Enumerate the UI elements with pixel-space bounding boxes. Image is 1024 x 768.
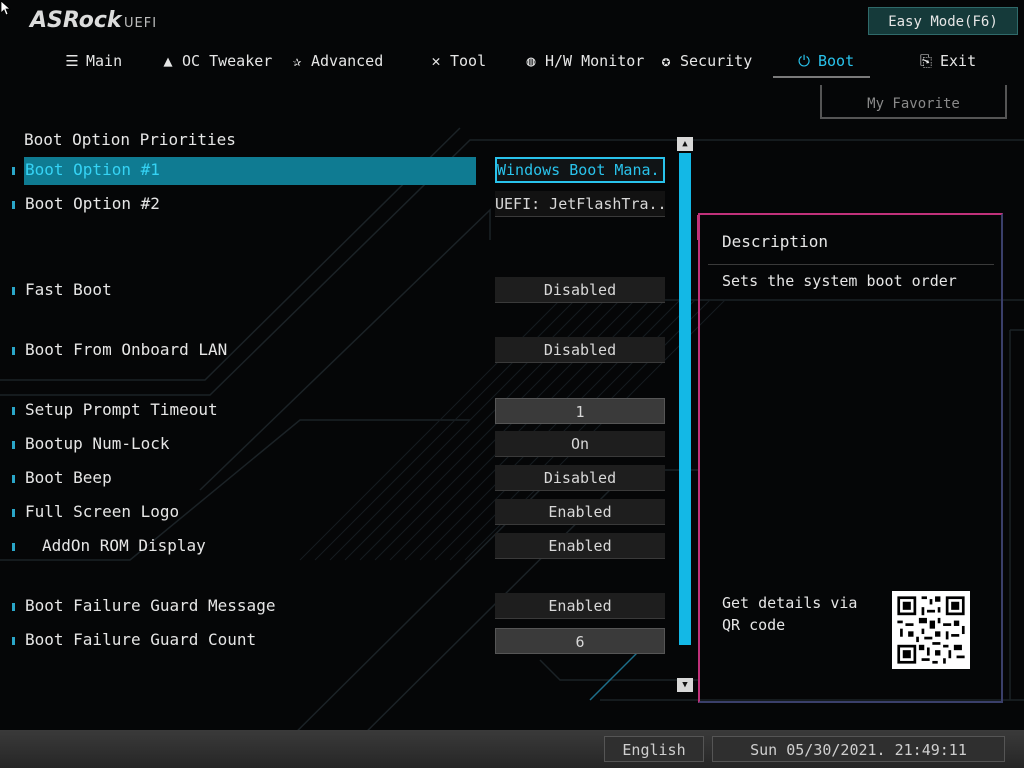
row-marker-icon <box>12 167 15 175</box>
setting-value-boot-option-1[interactable]: Windows Boot Mana... <box>495 157 665 183</box>
tab-boot[interactable]: ⏻ Boot <box>796 50 854 72</box>
row-marker-icon <box>12 603 15 611</box>
tab-main[interactable]: ☰ Main <box>64 50 122 72</box>
tab-label: Security <box>680 52 753 70</box>
setting-value-fast-boot[interactable]: Disabled <box>495 277 665 303</box>
exit-icon: ⎘ <box>919 52 932 70</box>
uefi-logo-suffix: UEFI <box>124 16 158 31</box>
language-selector[interactable]: English <box>604 736 704 762</box>
row-marker-icon <box>12 509 15 517</box>
setting-value-addon-rom-display[interactable]: Enabled <box>495 533 665 559</box>
scroll-down-arrow-icon[interactable]: ▼ <box>677 678 693 692</box>
description-title: Description <box>722 232 828 251</box>
setting-label-bootup-num-lock[interactable]: Bootup Num-Lock <box>25 434 170 453</box>
row-marker-icon <box>12 201 15 209</box>
row-marker-icon <box>12 543 15 551</box>
tools-icon: ✕ <box>431 52 441 70</box>
row-marker-icon <box>12 287 15 295</box>
tab-exit[interactable]: ⎘ Exit <box>918 50 976 72</box>
row-marker-icon <box>12 347 15 355</box>
row-marker-icon <box>12 475 15 483</box>
datetime-display: Sun 05/30/2021. 21:49:11 <box>712 736 1005 762</box>
setting-label-boot-failure-guard-message[interactable]: Boot Failure Guard Message <box>25 596 275 615</box>
qr-label: Get details via QR code <box>722 594 858 634</box>
setting-value-boot-onboard-lan[interactable]: Disabled <box>495 337 665 363</box>
tab-label: H/W Monitor <box>545 52 645 70</box>
tab-hw-monitor[interactable]: ◍ H/W Monitor <box>523 50 644 72</box>
setting-label-boot-option-2[interactable]: Boot Option #2 <box>25 194 160 213</box>
easy-mode-button[interactable]: Easy Mode(F6) <box>868 7 1018 35</box>
monitor-icon: ◍ <box>526 52 536 70</box>
asrock-logo: ASRock <box>30 8 122 33</box>
tab-label: Boot <box>818 52 855 70</box>
setting-label-boot-option-1[interactable]: Boot Option #1 <box>25 160 160 179</box>
setting-label-setup-prompt-timeout[interactable]: Setup Prompt Timeout <box>25 400 218 419</box>
row-marker-icon <box>12 407 15 415</box>
tab-tool[interactable]: ✕ Tool <box>428 50 486 72</box>
setting-label-boot-beep[interactable]: Boot Beep <box>25 468 112 487</box>
list-icon: ☰ <box>65 52 79 70</box>
qr-code-icon <box>892 591 970 669</box>
tab-label: Main <box>86 52 123 70</box>
scrollbar-thumb[interactable] <box>679 153 691 645</box>
setting-value-bootup-num-lock[interactable]: On <box>495 431 665 457</box>
row-marker-icon <box>12 637 15 645</box>
setting-value-boot-failure-guard-count[interactable]: 6 <box>495 628 665 654</box>
description-text: Sets the system boot order <box>722 272 957 290</box>
mouse-cursor-icon <box>1 1 11 15</box>
scroll-up-arrow-icon[interactable]: ▲ <box>677 137 693 151</box>
rocket-icon: ▲ <box>163 52 173 70</box>
setting-value-boot-failure-guard-message[interactable]: Enabled <box>495 593 665 619</box>
setting-value-full-screen-logo[interactable]: Enabled <box>495 499 665 525</box>
tab-label: Advanced <box>311 52 384 70</box>
row-marker-icon <box>12 441 15 449</box>
setting-label-fast-boot[interactable]: Fast Boot <box>25 280 112 299</box>
tab-label: OC Tweaker <box>182 52 273 70</box>
setting-value-setup-prompt-timeout[interactable]: 1 <box>495 398 665 424</box>
star-icon: ✰ <box>292 52 302 70</box>
section-title: Boot Option Priorities <box>24 130 236 149</box>
tab-advanced[interactable]: ✰ Advanced <box>289 50 383 72</box>
description-divider <box>708 264 994 265</box>
tab-label: Exit <box>940 52 977 70</box>
setting-label-boot-onboard-lan[interactable]: Boot From Onboard LAN <box>25 340 227 359</box>
setting-value-boot-option-2[interactable]: UEFI: JetFlashTra... <box>495 191 665 217</box>
setting-value-boot-beep[interactable]: Disabled <box>495 465 665 491</box>
shield-icon: ✪ <box>661 52 671 70</box>
setting-label-boot-failure-guard-count[interactable]: Boot Failure Guard Count <box>25 630 256 649</box>
setting-label-full-screen-logo[interactable]: Full Screen Logo <box>25 502 179 521</box>
active-tab-underline <box>773 76 870 78</box>
tab-oc-tweaker[interactable]: ▲ OC Tweaker <box>160 50 272 72</box>
power-icon: ⏻ <box>798 52 810 70</box>
my-favorite-button[interactable]: My Favorite <box>820 85 1007 119</box>
tab-security[interactable]: ✪ Security <box>658 50 752 72</box>
setting-label-addon-rom-display[interactable]: AddOn ROM Display <box>42 536 206 555</box>
tab-label: Tool <box>450 52 487 70</box>
